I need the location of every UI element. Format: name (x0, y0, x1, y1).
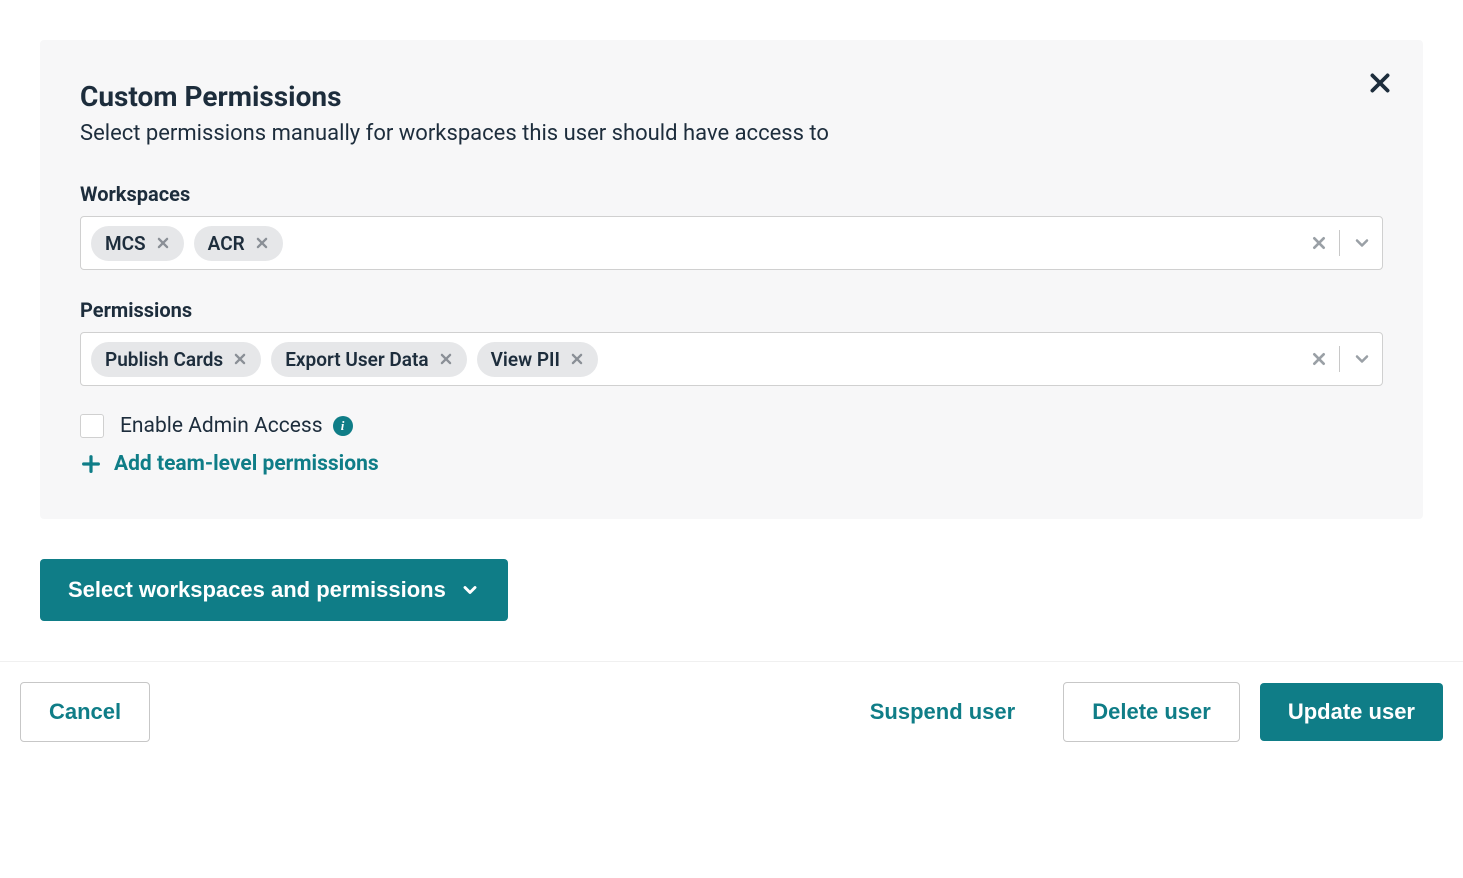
chevron-down-icon (460, 580, 480, 600)
admin-access-label: Enable Admin Access i (120, 414, 353, 438)
chip-label: Export User Data (285, 348, 428, 371)
chevron-down-icon[interactable] (1352, 233, 1372, 253)
footer-actions: Cancel Suspend user Delete user Update u… (0, 661, 1463, 762)
add-team-permissions-link[interactable]: Add team-level permissions (80, 452, 379, 476)
suspend-user-button[interactable]: Suspend user (842, 683, 1043, 741)
admin-access-checkbox[interactable] (80, 414, 104, 438)
chip: Publish Cards (91, 342, 261, 377)
info-icon[interactable]: i (333, 416, 353, 436)
chip-label: ACR (208, 232, 245, 255)
multiselect-controls (1311, 230, 1372, 256)
permissions-label: Permissions (80, 298, 1383, 322)
chip-label: Publish Cards (105, 348, 223, 371)
admin-access-row: Enable Admin Access i (80, 414, 1383, 438)
permissions-field: Permissions Publish Cards Export User Da… (80, 298, 1383, 386)
chip: Export User Data (271, 342, 466, 377)
multiselect-controls (1311, 346, 1372, 372)
divider (1339, 230, 1340, 256)
workspaces-field: Workspaces MCS ACR (80, 182, 1383, 270)
select-workspaces-dropdown: Select workspaces and permissions (40, 559, 1423, 621)
plus-icon (80, 453, 102, 475)
divider (1339, 346, 1340, 372)
workspaces-multiselect[interactable]: MCS ACR (80, 216, 1383, 270)
chip: MCS (91, 226, 184, 261)
panel-subtitle: Select permissions manually for workspac… (80, 121, 1383, 146)
workspaces-chips: MCS ACR (91, 226, 1311, 261)
custom-permissions-panel: Custom Permissions Select permissions ma… (40, 40, 1423, 519)
chip-label: MCS (105, 232, 146, 255)
chip: View PII (477, 342, 598, 377)
select-workspaces-label: Select workspaces and permissions (68, 577, 446, 603)
chip: ACR (194, 226, 283, 261)
remove-chip-icon[interactable] (439, 352, 453, 366)
close-icon[interactable] (1367, 70, 1393, 96)
panel-title: Custom Permissions (80, 80, 1383, 113)
chevron-down-icon[interactable] (1352, 349, 1372, 369)
remove-chip-icon[interactable] (156, 236, 170, 250)
permissions-multiselect[interactable]: Publish Cards Export User Data View PII (80, 332, 1383, 386)
select-workspaces-button[interactable]: Select workspaces and permissions (40, 559, 508, 621)
admin-access-text: Enable Admin Access (120, 414, 323, 438)
clear-all-icon[interactable] (1311, 351, 1327, 367)
update-user-button[interactable]: Update user (1260, 683, 1443, 741)
remove-chip-icon[interactable] (233, 352, 247, 366)
remove-chip-icon[interactable] (570, 352, 584, 366)
clear-all-icon[interactable] (1311, 235, 1327, 251)
remove-chip-icon[interactable] (255, 236, 269, 250)
add-team-permissions-label: Add team-level permissions (114, 452, 379, 476)
delete-user-button[interactable]: Delete user (1063, 682, 1240, 742)
permissions-chips: Publish Cards Export User Data View PII (91, 342, 1311, 377)
workspaces-label: Workspaces (80, 182, 1383, 206)
cancel-button[interactable]: Cancel (20, 682, 150, 742)
chip-label: View PII (491, 348, 560, 371)
